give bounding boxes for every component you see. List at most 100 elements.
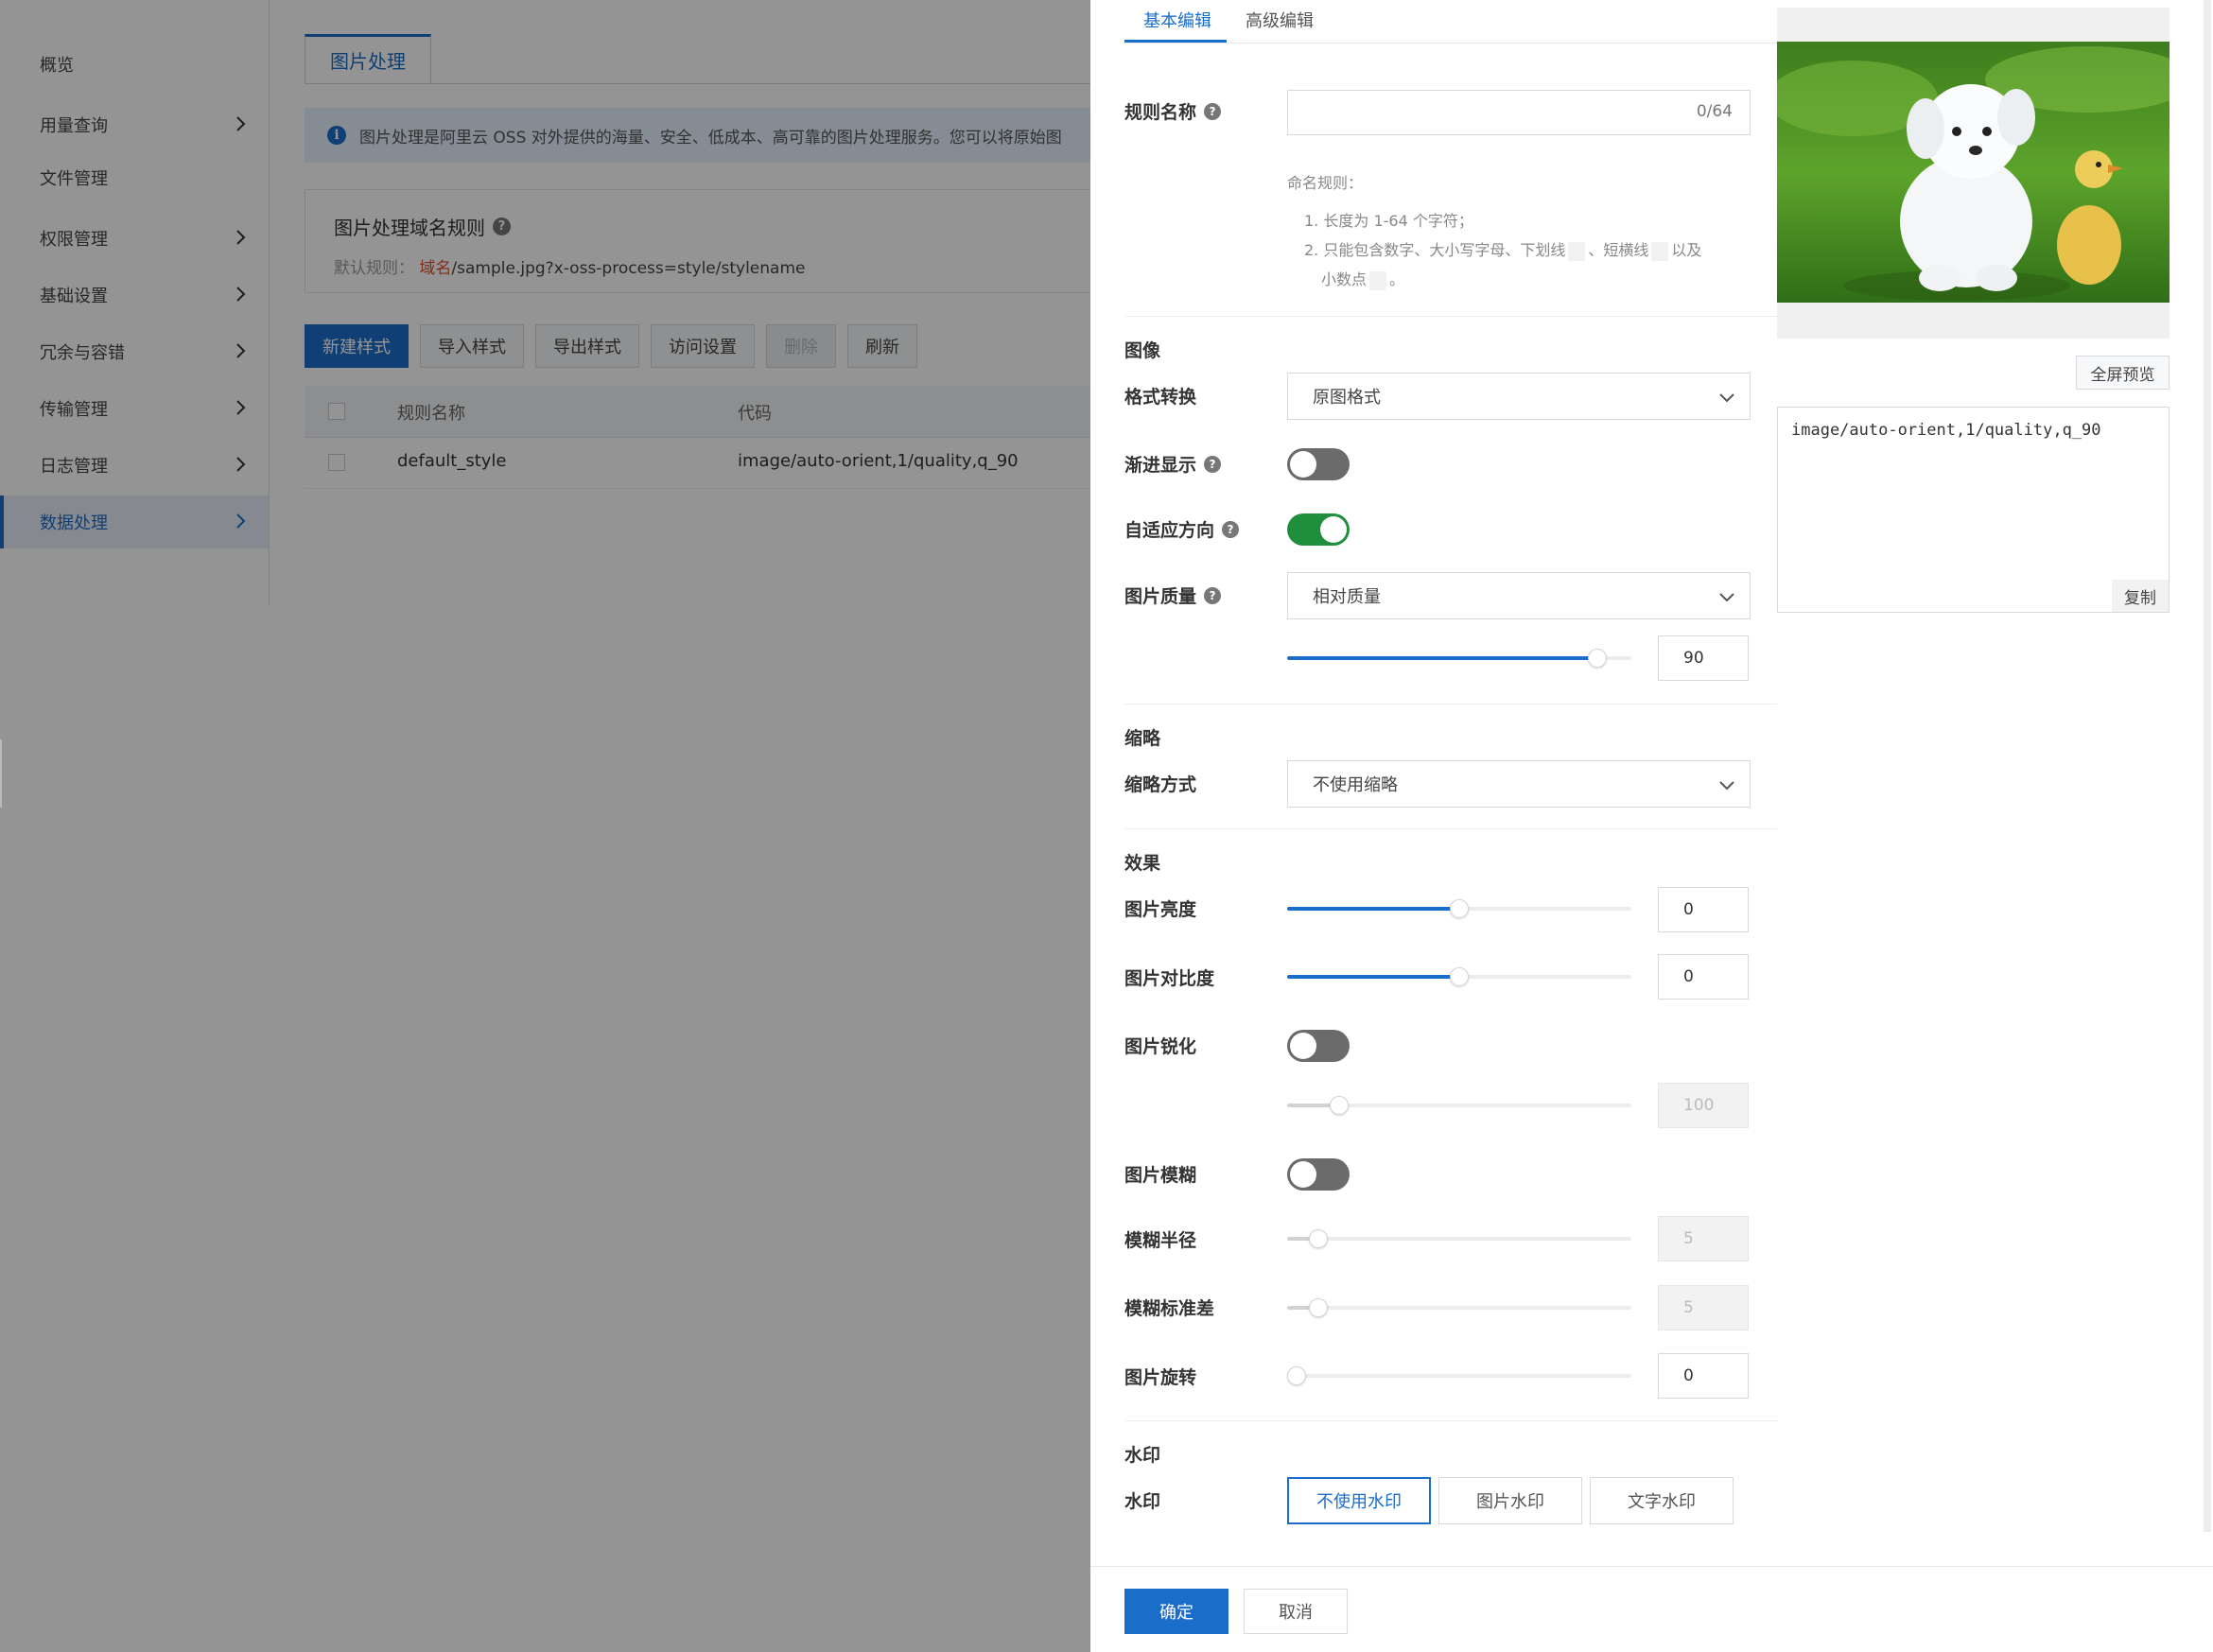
rotate-number-input[interactable]: 0 [1658, 1353, 1749, 1399]
auto-orient-label-text: 自适应方向 [1124, 520, 1215, 541]
naming-rule-2-text-b: 、短横线 [1588, 241, 1649, 259]
char-counter: 0/64 [1696, 102, 1733, 121]
sharpen-number-input[interactable]: 100 [1658, 1083, 1749, 1128]
watermark-section-title: 水印 [1124, 1445, 1161, 1466]
naming-rule-2-text-c: 以及 [1671, 241, 1702, 259]
blur-radius-label: 模糊半径 [1124, 1230, 1197, 1251]
confirm-button[interactable]: 确定 [1124, 1589, 1228, 1634]
thumb-section-title: 缩略 [1124, 728, 1161, 749]
slider-handle[interactable] [1308, 1298, 1328, 1317]
chevron-down-icon [1719, 781, 1734, 791]
fullscreen-preview-button[interactable]: 全屏预览 [2076, 356, 2169, 390]
slider-fill [1287, 656, 1597, 660]
progressive-label: 渐进显示 ? [1124, 451, 1222, 477]
slider-handle[interactable] [1450, 899, 1469, 918]
tab-advanced-edit[interactable]: 高级编辑 [1246, 8, 1314, 32]
quality-label-text: 图片质量 [1124, 586, 1197, 607]
quality-slider[interactable] [1287, 649, 1631, 668]
help-icon[interactable]: ? [1204, 455, 1222, 473]
naming-rule-2-text: 2. 只能包含数字、大小写字母、下划线 [1304, 241, 1566, 259]
style-code: image/auto-orient,1/quality,q_90 [1791, 421, 2101, 440]
brightness-slider[interactable] [1287, 899, 1631, 918]
puppy-duckling-image [1777, 42, 2169, 303]
blur-sigma-number-input[interactable]: 5 [1658, 1285, 1749, 1330]
thumb-mode-label: 缩略方式 [1124, 774, 1197, 795]
naming-rule-1: 1. 长度为 1-64 个字符； [1304, 212, 1473, 230]
format-select-value: 原图格式 [1313, 388, 1381, 408]
image-section-title: 图像 [1124, 340, 1161, 361]
style-code-box[interactable]: image/auto-orient,1/quality,q_90 复制 [1777, 407, 2169, 613]
quality-mode-value: 相对质量 [1313, 587, 1381, 607]
overlay-edge-handle [0, 739, 2, 808]
toggle-knob [1290, 1033, 1316, 1059]
section-divider [1124, 316, 1777, 317]
rotate-label: 图片旋转 [1124, 1367, 1197, 1388]
naming-rules: 命名规则： 1. 长度为 1-64 个字符； 2. 只能包含数字、大小写字母、下… [1287, 168, 1760, 294]
underscore-code [1568, 241, 1586, 261]
slider-rail [1287, 1306, 1631, 1310]
help-icon[interactable]: ? [1204, 586, 1222, 604]
rule-name-label-text: 规则名称 [1124, 102, 1197, 123]
slider-handle[interactable] [1308, 1229, 1328, 1248]
naming-rule-3-text: 小数点 [1321, 270, 1368, 288]
blur-radius-slider[interactable] [1287, 1229, 1631, 1248]
chevron-down-icon [1719, 393, 1734, 403]
quality-number-input[interactable]: 90 [1658, 635, 1749, 681]
text-watermark-button[interactable]: 文字水印 [1590, 1477, 1734, 1524]
thumb-mode-value: 不使用缩略 [1313, 775, 1398, 795]
naming-rule-2-cont: 小数点 。 [1287, 265, 1760, 294]
slider-fill [1287, 975, 1459, 979]
progressive-label-text: 渐进显示 [1124, 455, 1197, 476]
brightness-label: 图片亮度 [1124, 899, 1197, 920]
blur-sigma-label: 模糊标准差 [1124, 1298, 1215, 1319]
rule-name-input[interactable]: 0/64 [1287, 90, 1751, 135]
slider-handle[interactable] [1329, 1096, 1349, 1115]
image-watermark-button[interactable]: 图片水印 [1438, 1477, 1582, 1524]
tab-basic-edit[interactable]: 基本编辑 [1143, 8, 1211, 32]
blur-label: 图片模糊 [1124, 1165, 1197, 1186]
slider-handle[interactable] [1287, 1366, 1306, 1385]
rule-name-label: 规则名称 ? [1124, 98, 1222, 124]
brightness-number-input[interactable]: 0 [1658, 887, 1749, 932]
section-divider [1124, 1420, 1777, 1421]
toggle-knob [1290, 451, 1316, 478]
progressive-toggle[interactable] [1287, 448, 1350, 480]
cancel-button[interactable]: 取消 [1244, 1589, 1348, 1634]
preview-image [1777, 42, 2169, 303]
slider-rail [1287, 1237, 1631, 1241]
chevron-down-icon [1719, 593, 1734, 602]
effect-section-title: 效果 [1124, 853, 1161, 874]
blur-sigma-slider[interactable] [1287, 1298, 1631, 1317]
sharpen-label: 图片锐化 [1124, 1036, 1197, 1057]
auto-orient-label: 自适应方向 ? [1124, 516, 1240, 542]
blur-radius-number-input[interactable]: 5 [1658, 1216, 1749, 1261]
slider-handle[interactable] [1587, 649, 1607, 668]
drawer-scrollbar[interactable] [2204, 0, 2211, 1532]
format-label: 格式转换 [1124, 387, 1197, 408]
contrast-label: 图片对比度 [1124, 968, 1215, 989]
thumb-mode-select[interactable]: 不使用缩略 [1287, 760, 1751, 808]
auto-orient-toggle[interactable] [1287, 513, 1350, 546]
help-icon[interactable]: ? [1222, 520, 1240, 538]
contrast-number-input[interactable]: 0 [1658, 954, 1749, 1000]
slider-rail [1287, 1374, 1631, 1378]
contrast-slider[interactable] [1287, 967, 1631, 986]
slider-handle[interactable] [1450, 967, 1469, 986]
sharpen-toggle[interactable] [1287, 1030, 1350, 1062]
rotate-slider[interactable] [1287, 1366, 1631, 1385]
toggle-knob [1290, 1161, 1316, 1188]
toggle-knob [1320, 516, 1347, 543]
help-icon[interactable]: ? [1204, 102, 1222, 120]
naming-rules-title: 命名规则： [1287, 174, 1364, 192]
sharpen-slider[interactable] [1287, 1096, 1631, 1115]
quality-label: 图片质量 ? [1124, 583, 1222, 608]
naming-rule-2: 2. 只能包含数字、大小写字母、下划线 、短横线 以及 [1287, 235, 1760, 265]
dot-code [1369, 270, 1387, 290]
copy-button[interactable]: 复制 [2112, 580, 2169, 612]
format-select[interactable]: 原图格式 [1287, 373, 1751, 420]
blur-toggle[interactable] [1287, 1158, 1350, 1191]
modal-overlay[interactable] [0, 0, 1090, 1652]
no-watermark-button[interactable]: 不使用水印 [1287, 1477, 1431, 1524]
quality-mode-select[interactable]: 相对质量 [1287, 572, 1751, 619]
watermark-label: 水印 [1124, 1491, 1161, 1512]
